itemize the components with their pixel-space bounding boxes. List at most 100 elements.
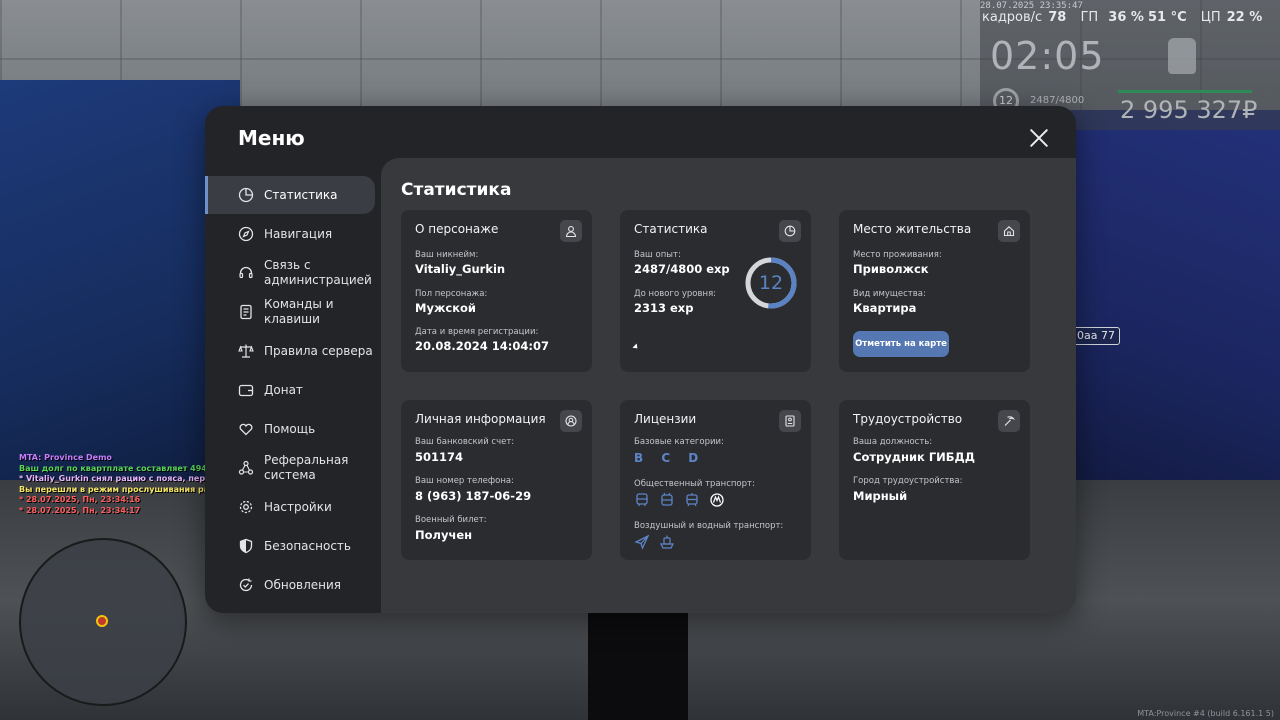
- card-title: О персонаже: [415, 222, 499, 236]
- pie-chart-icon: [238, 187, 254, 203]
- user-icon: [560, 220, 582, 242]
- card-character: О персонаже Ваш никнейм: Vitaliy_Gurkin …: [401, 210, 592, 372]
- sidebar-item-admin-contact[interactable]: Связь с администрацией: [205, 254, 375, 292]
- compass-icon: [238, 226, 254, 242]
- next-level-value: 2313 exp: [634, 301, 694, 315]
- wall-left: [0, 80, 240, 510]
- sidebar-item-referral[interactable]: Реферальная система: [205, 449, 375, 487]
- sidebar-item-commands[interactable]: Команды и клавиши: [205, 293, 375, 331]
- hud-exp: 2487/4800: [1030, 95, 1085, 106]
- gpu-temp: 51 °С: [1147, 10, 1187, 25]
- card-title: Статистика: [634, 222, 708, 236]
- home-icon: [998, 220, 1020, 242]
- sidebar-item-label: Настройки: [264, 499, 332, 514]
- id-card-icon: [779, 410, 801, 432]
- sidebar-item-label: Помощь: [264, 421, 316, 436]
- menu-title: Меню: [238, 126, 305, 150]
- nick-value: Vitaliy_Gurkin: [415, 262, 506, 276]
- gpu-label: ГП: [1080, 10, 1099, 25]
- air-water-icons: [634, 534, 675, 550]
- user-circle-icon: [560, 410, 582, 432]
- bank-label: Ваш банковский счет:: [415, 437, 515, 447]
- hud-health-bar: [1118, 90, 1252, 93]
- sidebar-item-label: Связь с администрацией: [264, 258, 372, 287]
- hud-money: 2 995 327₽: [1120, 96, 1258, 124]
- shield-icon: [239, 538, 253, 554]
- public-transport-label: Общественный транспорт:: [634, 479, 755, 489]
- document-icon: [240, 304, 252, 320]
- bus-icon: [636, 493, 648, 506]
- next-level-label: До нового уровня:: [634, 289, 717, 299]
- sidebar-item-rules[interactable]: Правила сервера: [205, 332, 375, 370]
- level-ring: 12: [744, 256, 798, 310]
- job-city-label: Город трудоустройства:: [853, 476, 963, 486]
- airplane-icon: [634, 534, 650, 550]
- place-label: Место проживания:: [853, 250, 942, 260]
- card-residence: Место жительства Место проживания: Приво…: [839, 210, 1030, 372]
- sidebar-item-security[interactable]: Безопасность: [205, 527, 375, 565]
- card-job: Трудоустройство Ваша должность: Сотрудни…: [839, 400, 1030, 560]
- wall-right: [1060, 110, 1280, 540]
- card-title: Трудоустройство: [853, 412, 963, 426]
- heart-hand-icon: [239, 423, 253, 436]
- sidebar-item-label: Донат: [264, 382, 303, 397]
- cpu-label: ЦП: [1200, 10, 1221, 25]
- scales-icon: [238, 344, 254, 358]
- phone-label: Ваш номер телефона:: [415, 476, 514, 486]
- sidebar-item-label: Команды и клавиши: [264, 297, 334, 326]
- reg-value: 20.08.2024 14:04:07: [415, 339, 549, 353]
- military-label: Военный билет:: [415, 515, 487, 525]
- mark-on-map-button[interactable]: Отметить на карте: [853, 331, 949, 357]
- sidebar-item-statistics[interactable]: Статистика: [205, 176, 375, 214]
- gear-icon: [239, 500, 253, 514]
- base-categories-value: B C D: [634, 451, 706, 465]
- pie-chart-icon: [779, 220, 801, 242]
- sidebar-item-settings[interactable]: Настройки: [205, 488, 375, 526]
- close-button[interactable]: [1027, 126, 1051, 150]
- sidebar-item-label: Безопасность: [264, 538, 351, 553]
- base-categories-label: Базовые категории:: [634, 437, 724, 447]
- gender-value: Мужской: [415, 301, 476, 315]
- nick-label: Ваш никнейм:: [415, 250, 479, 260]
- card-title: Место жительства: [853, 222, 972, 236]
- fps-value: 78: [1048, 10, 1067, 25]
- cpu-load: 22 %: [1226, 10, 1263, 25]
- property-label: Вид имущества:: [853, 289, 926, 299]
- gpu-load: 36 %: [1108, 10, 1144, 25]
- sidebar-item-label: Навигация: [264, 226, 333, 241]
- phone-value: 8 (963) 187-06-29: [415, 489, 532, 503]
- refresh-check-icon: [239, 578, 253, 592]
- sidebar-item-label: Реферальная система: [264, 453, 349, 482]
- referral-icon: [238, 460, 254, 475]
- headset-icon: [239, 266, 253, 279]
- hud-performance: кадров/с 78 ГП 36 % 51 °С ЦП 22 %: [982, 10, 1262, 25]
- sidebar-item-label: Обновления: [264, 577, 342, 592]
- content-panel: Статистика О персонаже Ваш никнейм: Vita…: [381, 158, 1076, 613]
- wallet-icon: [238, 384, 254, 397]
- sidebar-item-help[interactable]: Помощь: [205, 410, 375, 448]
- trolleybus-icon: [661, 492, 673, 506]
- hud-clock: 02:05: [990, 34, 1105, 78]
- sidebar-item-donate[interactable]: Донат: [205, 371, 375, 409]
- exp-value: 2487/4800 exp: [634, 262, 730, 276]
- job-city-value: Мирный: [853, 489, 908, 503]
- sidebar-item-label: Статистика: [264, 187, 338, 202]
- boat-icon: [659, 535, 675, 549]
- property-value: Квартира: [853, 301, 917, 315]
- public-transport-icons: [634, 492, 725, 508]
- tram-icon: [686, 493, 698, 507]
- level-number: 12: [758, 272, 784, 294]
- player-figure: [588, 610, 688, 720]
- sidebar-item-updates[interactable]: Обновления: [205, 566, 375, 604]
- sidebar-item-navigation[interactable]: Навигация: [205, 215, 375, 253]
- menu-window: Меню Статистика Навигация Связь с админи…: [205, 106, 1076, 613]
- gender-label: Пол персонажа:: [415, 289, 488, 299]
- military-value: Получен: [415, 528, 473, 542]
- player-marker-icon: [96, 615, 108, 627]
- card-licenses: Лицензии Базовые категории: B C D Общест…: [620, 400, 811, 560]
- card-title: Лицензии: [634, 412, 697, 426]
- card-personal: Личная информация Ваш банковский счет: 5…: [401, 400, 592, 560]
- license-plate: 0аа 77: [1072, 327, 1120, 345]
- fist-icon: [1168, 38, 1196, 74]
- position-value: Сотрудник ГИБДД: [853, 450, 976, 464]
